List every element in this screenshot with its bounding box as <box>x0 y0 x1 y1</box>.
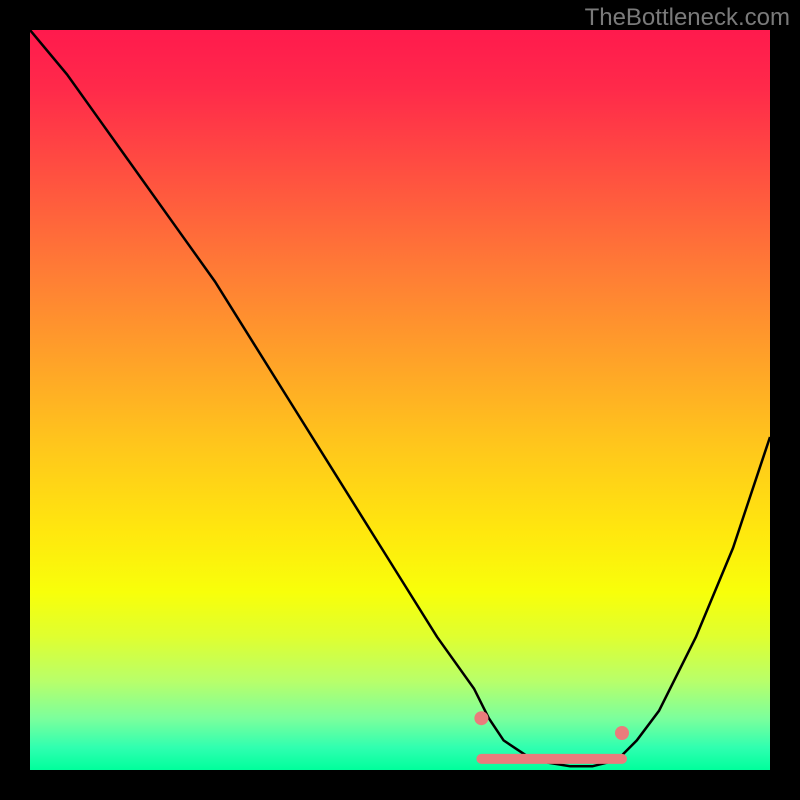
plot-area <box>30 30 770 770</box>
highlight-dot-left <box>474 711 488 725</box>
highlight-dot-right <box>615 726 629 740</box>
curve-layer <box>30 30 770 770</box>
bottleneck-curve <box>30 30 770 766</box>
chart-container: TheBottleneck.com <box>0 0 800 800</box>
watermark-text: TheBottleneck.com <box>585 4 790 32</box>
